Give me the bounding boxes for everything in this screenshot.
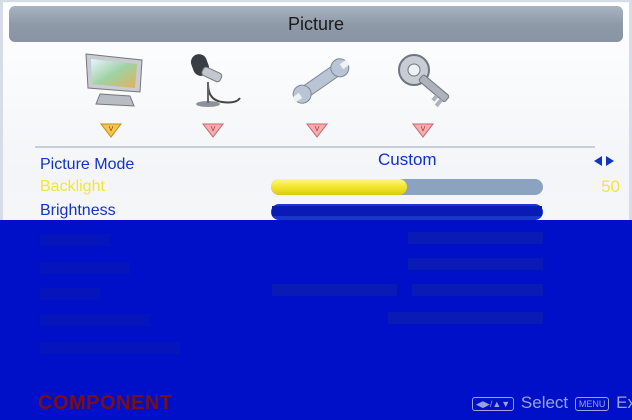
tab-indicator-picture[interactable]: V (100, 123, 122, 138)
microphone-icon[interactable] (178, 48, 248, 114)
key-icon[interactable] (390, 48, 460, 114)
backlight-slider-fill (271, 179, 407, 195)
svg-text:V: V (109, 125, 114, 133)
glitch-bar (40, 234, 110, 246)
glitch-bar (40, 342, 180, 354)
picture-mode-value: Custom (378, 150, 437, 169)
glitch-bar (40, 288, 100, 300)
title-bar: Picture (9, 6, 623, 42)
footer-hint: ◀▶/▲▼ Select MENU Exit (470, 393, 632, 413)
glitch-bar (40, 314, 150, 326)
glitch-bar (272, 206, 542, 216)
wrench-icon[interactable] (286, 48, 356, 114)
tab-indicator-audio[interactable]: V (202, 123, 224, 138)
menu-divider (35, 146, 595, 148)
tv-menu-screen: Picture V V V V Picture Mode Custom Back… (0, 0, 632, 420)
left-right-arrows-icon (594, 156, 614, 166)
select-hint-label: Select (520, 393, 569, 412)
menu-key-icon: MENU (574, 396, 610, 411)
menu-icon-row (0, 48, 632, 118)
backlight-label[interactable]: Backlight (40, 178, 105, 196)
glitch-bar (388, 312, 543, 324)
tab-indicator-setup[interactable]: V (306, 123, 328, 138)
brightness-label[interactable]: Brightness (40, 202, 116, 220)
glitch-bar (40, 262, 130, 274)
exit-hint-label: Exit (616, 393, 632, 412)
glitch-bar (408, 232, 543, 244)
glitch-bar (412, 284, 543, 296)
picture-mode-label[interactable]: Picture Mode (40, 156, 134, 174)
svg-text:V: V (315, 125, 320, 133)
svg-text:V: V (421, 125, 426, 133)
corrupted-menu-area (0, 206, 632, 420)
display-icon[interactable] (80, 48, 150, 114)
navigate-keys-icon: ◀▶/▲▼ (472, 396, 515, 411)
backlight-value: 50 (601, 177, 620, 196)
tab-indicator-lock[interactable]: V (412, 123, 434, 138)
input-source-label: COMPONENT (38, 392, 173, 414)
glitch-bar (408, 258, 543, 270)
glitch-bar (272, 284, 397, 296)
menu-title: Picture (287, 14, 345, 34)
svg-text:V: V (211, 125, 216, 133)
